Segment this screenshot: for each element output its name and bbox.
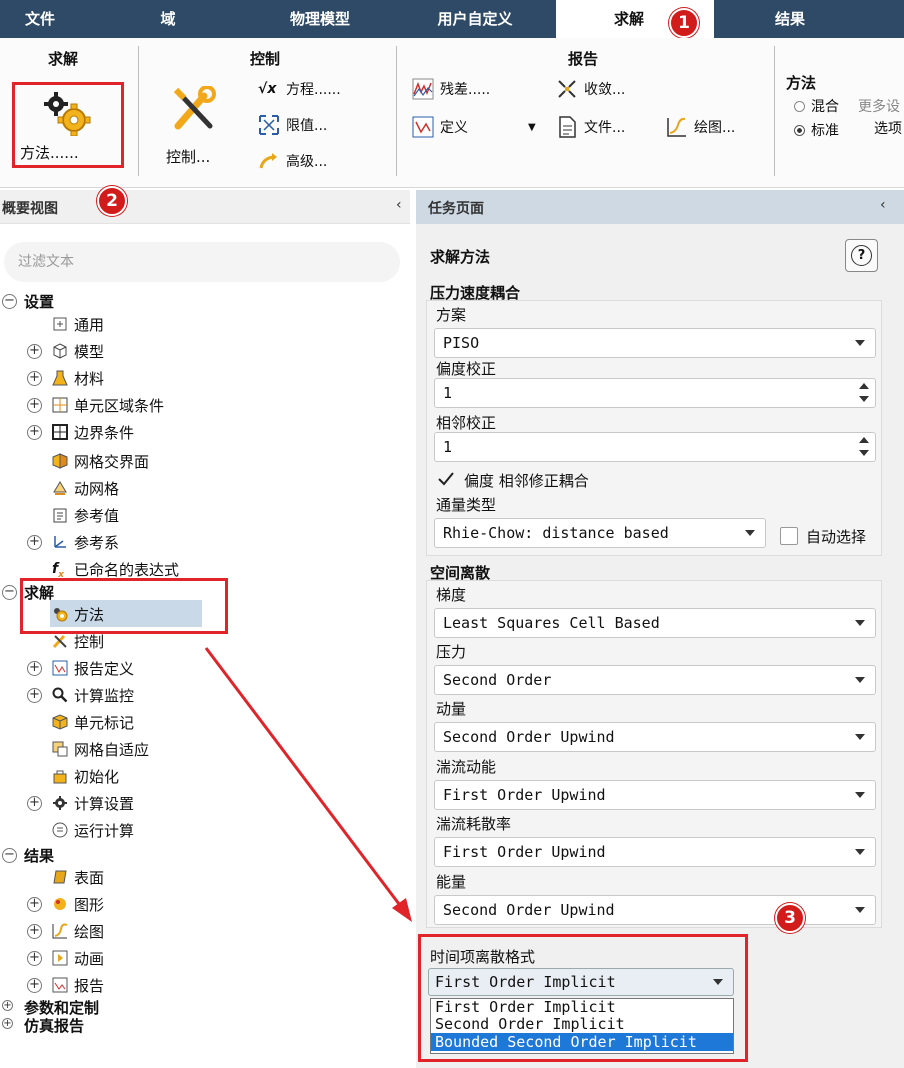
annotation-arrow xyxy=(204,647,412,922)
